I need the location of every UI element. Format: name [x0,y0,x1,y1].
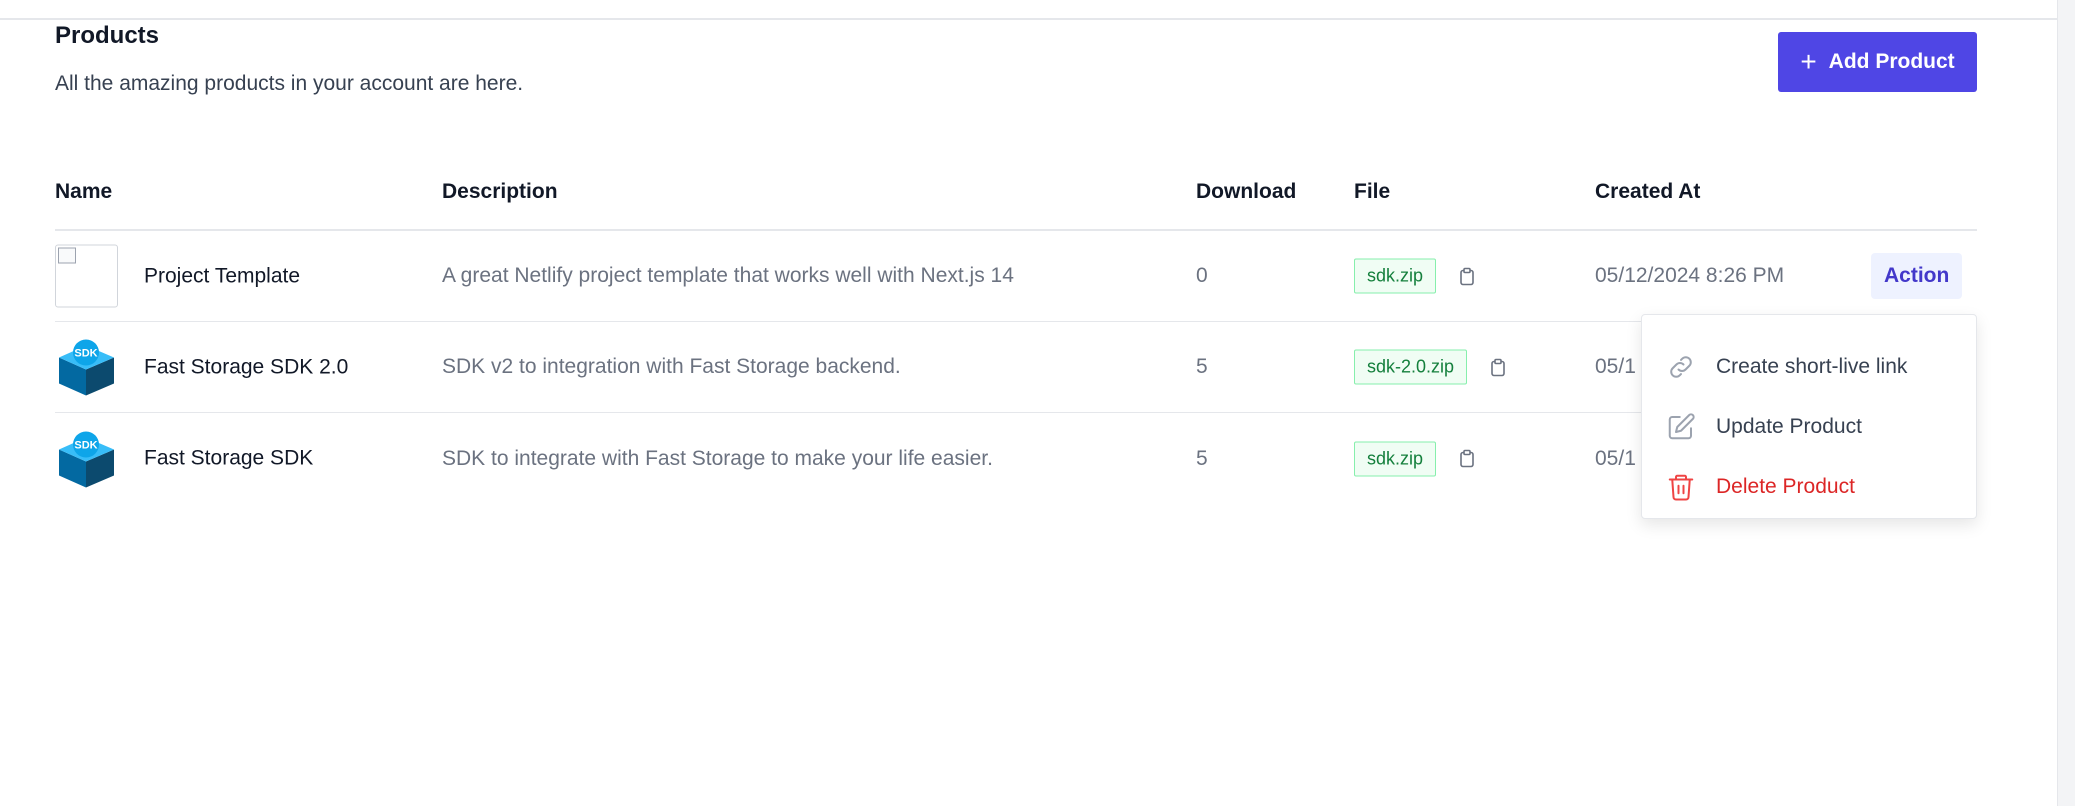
action-dropdown-menu: Create short-live link Update Product De… [1641,314,1977,519]
create-short-live-link-item[interactable]: Create short-live link [1642,337,1976,397]
product-description: A great Netlify project template that wo… [442,264,1014,287]
name-cell: SDK Fast Storage SDK 2.0 [55,336,348,399]
download-count: 0 [1196,264,1208,287]
add-product-button[interactable]: + Add Product [1778,32,1977,92]
top-divider [0,18,2075,20]
link-icon [1670,356,1692,378]
add-product-label: Add Product [1828,50,1955,73]
created-at: 05/12/2024 8:26 PM [1595,264,1785,287]
file-badge[interactable]: sdk-2.0.zip [1354,349,1468,385]
clipboard-icon[interactable] [1489,357,1507,377]
column-header-created-at: Created At [1595,180,1701,203]
update-product-item[interactable]: Update Product [1642,397,1976,457]
name-cell: Project Template [55,244,301,308]
sdk-box-icon: SDK [55,336,118,399]
product-description: SDK to integrate with Fast Storage to ma… [442,446,993,470]
column-header-description: Description [442,180,558,203]
scrollbar[interactable] [2057,0,2075,806]
file-cell: sdk.zip [1354,441,1476,476]
download-count: 5 [1196,355,1208,378]
page-subtitle: All the amazing products in your account… [55,72,524,95]
svg-text:SDK: SDK [74,439,97,451]
download-count: 5 [1196,446,1208,470]
action-button[interactable]: Action [1871,253,1963,299]
product-name: Fast Storage SDK [144,446,314,470]
clipboard-icon[interactable] [1458,266,1476,286]
product-name: Fast Storage SDK 2.0 [144,355,349,378]
column-header-name: Name [55,180,113,203]
product-description: SDK v2 to integration with Fast Storage … [442,355,901,378]
file-badge[interactable]: sdk.zip [1354,441,1437,476]
file-badge[interactable]: sdk.zip [1354,258,1437,294]
file-cell: sdk-2.0.zip [1354,349,1507,385]
pencil-icon [1668,413,1695,440]
broken-image-icon [55,244,118,308]
table-row: Project Template A great Netlify project… [55,231,1977,322]
menu-item-label: Delete Product [1716,475,1855,498]
svg-text:SDK: SDK [74,348,97,360]
created-at: 05/1 [1595,446,1636,470]
column-header-file: File [1354,180,1391,203]
page-title: Products [55,22,160,49]
menu-item-label: Update Product [1716,415,1862,438]
menu-item-label: Create short-live link [1716,355,1908,378]
product-name: Project Template [144,264,301,287]
trash-icon [1668,474,1694,501]
file-cell: sdk.zip [1354,258,1476,294]
created-at: 05/1 [1595,355,1636,378]
delete-product-item[interactable]: Delete Product [1642,457,1976,517]
clipboard-icon[interactable] [1458,449,1476,469]
sdk-box-icon: SDK [55,427,118,490]
name-cell: SDK Fast Storage SDK [55,427,313,490]
plus-icon: + [1800,46,1817,77]
table-header: Name Description Download File Created A… [55,160,1977,231]
column-header-download: Download [1196,180,1297,203]
